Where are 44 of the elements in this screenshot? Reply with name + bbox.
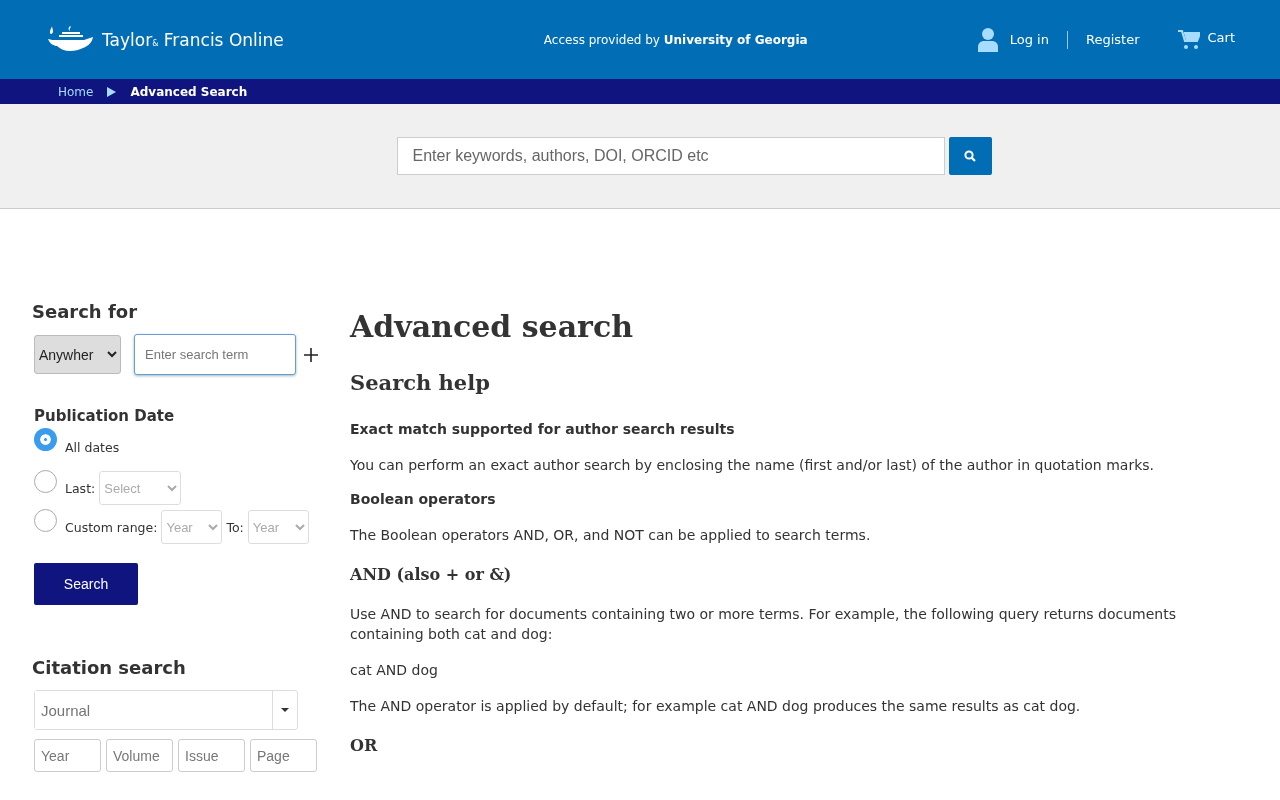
help-subheading: Exact match supported for author search results (350, 421, 736, 437)
scope-select[interactable]: Anywher (34, 335, 121, 374)
register-link[interactable]: Register (1085, 32, 1140, 47)
radio-button[interactable] (34, 470, 57, 493)
help-text: Use AND to search for documents containing two or more terms. For example, the following query returns documents containing both cat and dog: (350, 605, 1178, 644)
search-button[interactable]: Search (34, 563, 138, 605)
help-heading: AND (also + or &) (350, 565, 513, 584)
breadcrumb-arrow-icon (107, 86, 117, 97)
access-text: Access provided by University of Georgia (542, 32, 809, 47)
add-icon[interactable] (304, 347, 318, 362)
help-text: The AND operator is applied by default; for example cat AND dog produces the same results as cat dog. (350, 697, 1082, 716)
page-title: Advanced search (350, 309, 634, 344)
search-field[interactable]: Enter keywords, authors, DOI, ORCID etc (396, 137, 945, 175)
option-label: All dates (65, 440, 120, 455)
login-link[interactable]: Log in (1009, 32, 1049, 47)
citation-field[interactable]: Issue (178, 739, 245, 772)
section-heading: Publication Date (34, 407, 176, 425)
help-text: You can perform an exact author search by enclosing the name (first and/or last) of the author in quotation marks. (350, 456, 1155, 475)
cart-icon (1177, 29, 1200, 50)
radio-button[interactable] (34, 428, 57, 451)
help-heading: OR (350, 736, 379, 755)
search-icon (964, 150, 976, 162)
lamp-icon (46, 25, 94, 54)
section-heading: Search help (350, 370, 491, 395)
help-text: The Boolean operators AND, OR, and NOT can be applied to search terms. (350, 526, 872, 545)
option-label: Last: (65, 480, 96, 496)
user-icon (977, 27, 998, 52)
search-term-field[interactable]: Enter search term (134, 334, 296, 375)
cart-link[interactable]: Cart (1207, 30, 1235, 45)
section-heading: Search for (32, 301, 139, 322)
option-label: To: (226, 519, 244, 535)
citation-field[interactable]: Volume (106, 739, 173, 772)
journal-combobox[interactable]: Journal (34, 690, 298, 730)
help-text: cat AND dog (350, 661, 439, 680)
help-subheading: Boolean operators (350, 491, 497, 507)
citation-field[interactable]: Page (250, 739, 317, 772)
breadcrumb-link[interactable]: Home (58, 84, 94, 99)
breadcrumb-current: Advanced Search (130, 84, 248, 99)
search-button[interactable] (948, 137, 992, 175)
radio-button[interactable] (34, 509, 57, 532)
caret-icon (281, 708, 289, 712)
option-label: Custom range: (65, 519, 158, 535)
citation-field[interactable]: Year (34, 739, 101, 772)
section-heading: Citation search (32, 657, 187, 678)
